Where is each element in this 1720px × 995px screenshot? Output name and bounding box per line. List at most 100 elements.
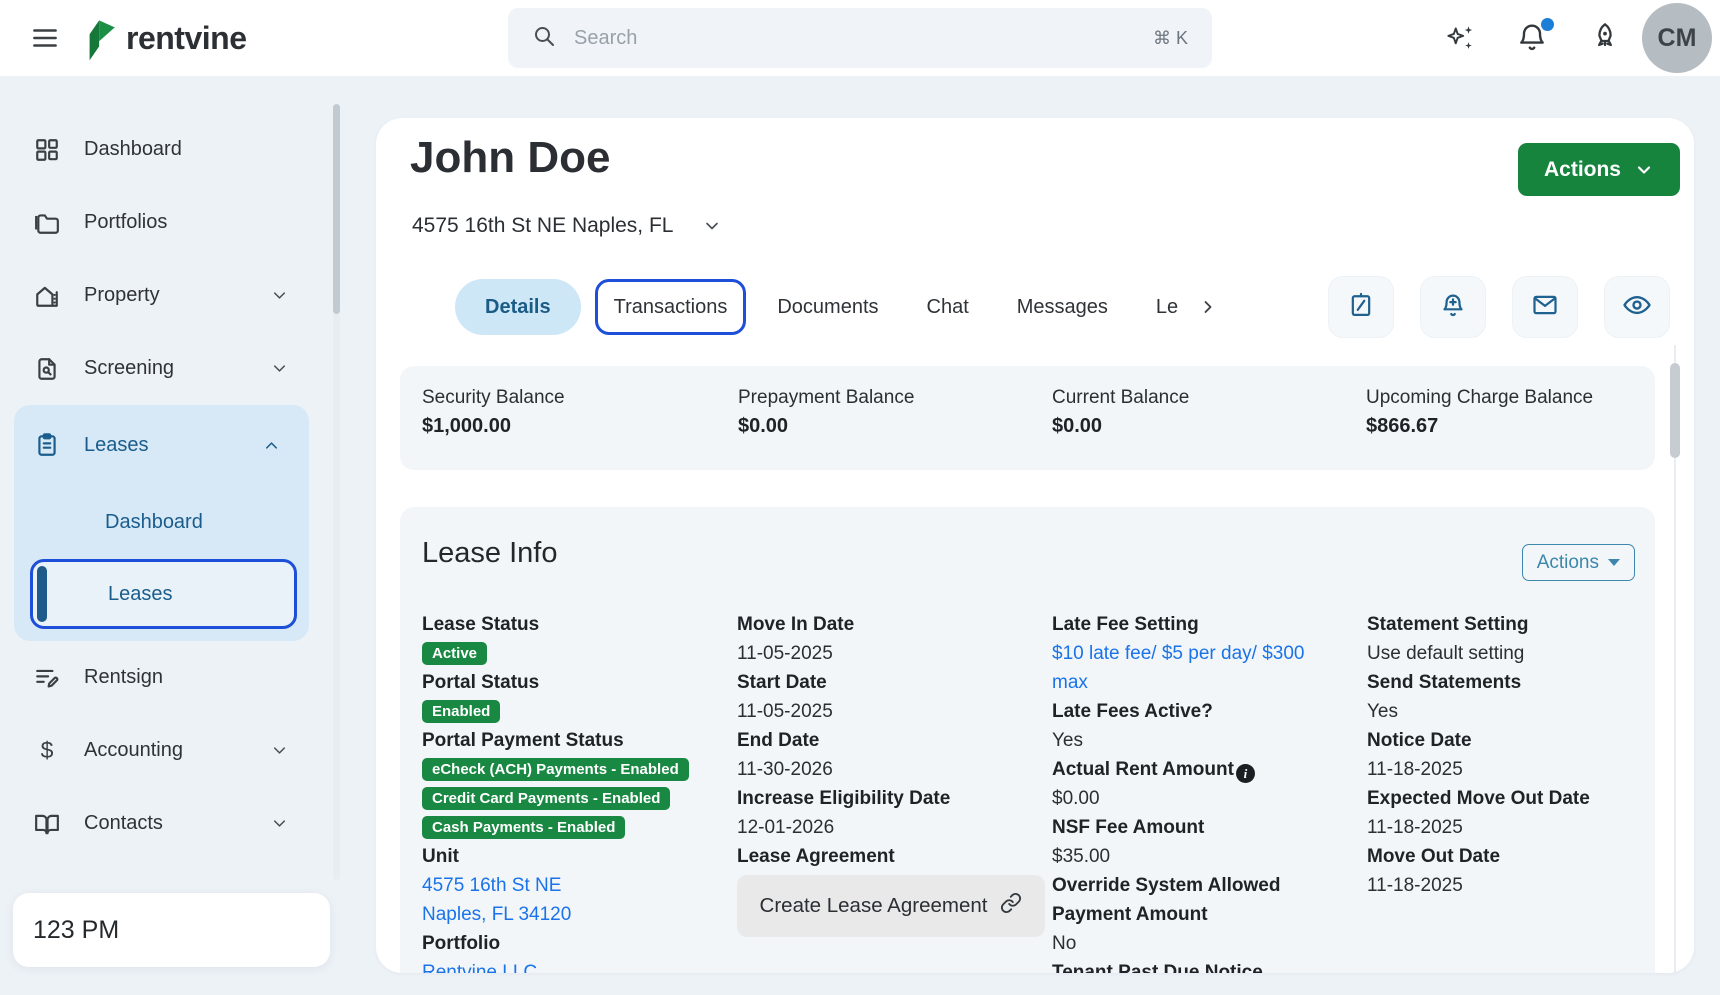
lease-tabs: Details Transactions Documents Chat Mess… [455, 276, 1218, 338]
balance-label: Upcoming Charge Balance [1366, 387, 1633, 409]
top-bar: rentvine ⌘ K [0, 0, 1720, 76]
book-icon [32, 811, 62, 837]
balance-item: Security Balance $1,000.00 [422, 387, 738, 449]
hamburger-menu-icon[interactable] [30, 23, 60, 53]
field-label: Expected Move Out Date [1367, 784, 1633, 813]
tab-transactions[interactable]: Transactions [595, 279, 747, 335]
sidebar-item-dashboard[interactable]: Dashboard [0, 113, 345, 186]
field-value: 11-18-2025 [1367, 755, 1633, 784]
sidebar-item-label: Portfolios [84, 211, 289, 234]
sidebar-item-rentsign[interactable]: Rentsign [0, 641, 345, 714]
link-icon [1000, 892, 1022, 920]
lease-col-fees: Late Fee Setting $10 late fee/ $5 per da… [1052, 610, 1367, 973]
lease-info-title: Lease Info [422, 537, 557, 570]
field-value: Use default setting [1367, 639, 1633, 668]
lease-actions-label: Actions [1537, 552, 1599, 574]
field-label: Override System Allowed Payment Amount [1052, 871, 1322, 929]
balance-item: Upcoming Charge Balance $866.67 [1366, 387, 1633, 449]
field-label: NSF Fee Amount [1052, 813, 1322, 842]
lease-actions-button[interactable]: Actions [1522, 544, 1635, 581]
avatar-initials: CM [1658, 24, 1697, 53]
sidebar-scrollbar-thumb[interactable] [333, 104, 340, 314]
late-fee-setting-link[interactable]: $10 late fee/ $5 per day/ $300 max [1052, 639, 1342, 697]
ai-sparkles-icon[interactable] [1443, 21, 1477, 55]
lease-col-status: Lease Status Active Portal Status Enable… [422, 610, 737, 973]
field-label: Move In Date [737, 610, 1052, 639]
field-label: Lease Status [422, 610, 737, 639]
tabs-scroll-right-icon[interactable] [1198, 297, 1218, 317]
sidebar-subitem-leases[interactable]: Leases [30, 559, 297, 629]
caret-down-icon [1608, 559, 1620, 566]
balance-item: Current Balance $0.00 [1052, 387, 1366, 449]
sidebar: Dashboard Portfolios Property [0, 76, 345, 995]
rocket-icon[interactable] [1589, 21, 1623, 55]
field-value: 11-05-2025 [737, 639, 1052, 668]
bell-plus-icon [1439, 291, 1467, 324]
tab-truncated[interactable]: Le [1139, 279, 1182, 335]
search-input[interactable] [572, 26, 1137, 51]
sidebar-item-contacts[interactable]: Contacts [0, 787, 345, 860]
main-scrollbar-thumb[interactable] [1670, 363, 1680, 458]
field-value: $0.00 [1052, 784, 1367, 813]
time-text: 123 PM [33, 916, 119, 945]
lease-detail-card: John Doe 4575 16th St NE Naples, FL Acti… [376, 118, 1694, 973]
notification-badge-dot [1541, 18, 1554, 31]
chevron-up-icon [262, 436, 281, 455]
logo-text: rentvine [126, 20, 246, 57]
note-compose-button[interactable] [1328, 276, 1394, 338]
property-address-selector[interactable]: 4575 16th St NE Naples, FL [412, 214, 722, 238]
page-title: John Doe [410, 130, 610, 186]
field-label: Statement Setting [1367, 610, 1633, 639]
main-scrollbar[interactable] [1670, 345, 1680, 973]
info-icon[interactable]: i [1236, 764, 1255, 783]
balance-label: Current Balance [1052, 387, 1366, 409]
lease-info-grid: Lease Status Active Portal Status Enable… [422, 610, 1633, 973]
status-badge: Enabled [422, 700, 500, 723]
tab-details[interactable]: Details [455, 279, 581, 335]
user-avatar[interactable]: CM [1642, 3, 1712, 73]
lease-col-statements: Statement Setting Use default setting Se… [1367, 610, 1633, 973]
balance-label: Security Balance [422, 387, 738, 409]
tab-documents[interactable]: Documents [760, 279, 895, 335]
field-value: No [1052, 929, 1367, 958]
page-actions-button[interactable]: Actions [1518, 143, 1680, 196]
field-value: $35.00 [1052, 842, 1367, 871]
sidebar-item-accounting[interactable]: $ Accounting [0, 714, 345, 787]
sidebar-item-label: Property [84, 284, 270, 307]
unit-address-link[interactable]: 4575 16th St NE [422, 871, 737, 900]
global-search[interactable]: ⌘ K [508, 8, 1212, 68]
field-label: Late Fee Setting [1052, 610, 1322, 639]
watch-button[interactable] [1604, 276, 1670, 338]
dashboard-grid-icon [32, 137, 62, 163]
sidebar-item-label: Accounting [84, 739, 270, 762]
chevron-down-icon [270, 814, 289, 833]
sidebar-item-property[interactable]: Property [0, 259, 345, 332]
sidebar-scrollbar[interactable] [333, 104, 340, 880]
notifications-bell-icon[interactable] [1516, 21, 1550, 55]
field-label: Actual Rent Amounti [1052, 755, 1322, 784]
tab-messages[interactable]: Messages [1000, 279, 1125, 335]
tab-chat[interactable]: Chat [910, 279, 986, 335]
rentvine-logo[interactable]: rentvine [80, 10, 246, 66]
sidebar-group-leases: Leases Dashboard Leases [14, 405, 309, 641]
portfolio-link[interactable]: Rentvine LLC [422, 958, 737, 973]
field-value: 11-18-2025 [1367, 813, 1633, 842]
field-value: Yes [1367, 697, 1633, 726]
sidebar-item-screening[interactable]: Screening [0, 332, 345, 405]
balance-value: $0.00 [738, 415, 1052, 438]
field-label: End Date [737, 726, 1052, 755]
sidebar-subitem-dashboard[interactable]: Dashboard [14, 485, 309, 559]
chevron-down-icon [270, 741, 289, 760]
search-icon [532, 24, 556, 53]
add-notification-button[interactable] [1420, 276, 1486, 338]
sidebar-item-leases[interactable]: Leases [14, 405, 309, 485]
create-lease-agreement-button[interactable]: Create Lease Agreement [737, 875, 1045, 937]
field-value: 12-01-2026 [737, 813, 1052, 842]
field-value: 11-05-2025 [737, 697, 1052, 726]
send-email-button[interactable] [1512, 276, 1578, 338]
field-label: Move Out Date [1367, 842, 1633, 871]
status-badge: Credit Card Payments - Enabled [422, 787, 670, 810]
unit-address-link[interactable]: Naples, FL 34120 [422, 900, 737, 929]
sidebar-item-label: Rentsign [84, 666, 289, 689]
sidebar-item-portfolios[interactable]: Portfolios [0, 186, 345, 259]
